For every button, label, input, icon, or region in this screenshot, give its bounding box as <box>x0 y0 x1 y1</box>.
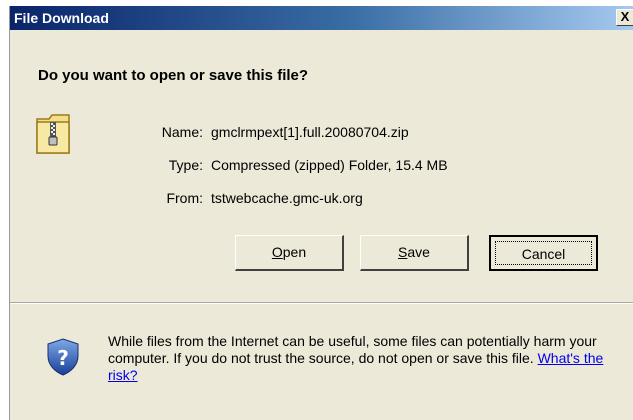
file-source-label: From: <box>166 190 203 206</box>
warning-text: While files from the Internet can be use… <box>108 333 597 366</box>
file-name-label: Name: <box>161 124 203 140</box>
security-warning: While files from the Internet can be use… <box>108 333 618 384</box>
shield-question-icon: ? <box>47 338 79 381</box>
file-type-label: Type: <box>168 157 203 173</box>
zip-folder-icon <box>35 111 73 160</box>
file-type-value: Compressed (zipped) Folder, 15.4 MB <box>211 157 448 173</box>
file-name-value: gmclrmpext[1].full.20080704.zip <box>211 124 409 140</box>
close-icon: X <box>620 9 630 24</box>
open-button[interactable]: Open <box>235 235 344 271</box>
title-bar[interactable]: File Download X <box>10 6 633 30</box>
window-title: File Download <box>14 10 109 26</box>
cancel-button[interactable]: Cancel <box>489 235 598 271</box>
dialog-heading: Do you want to open or save this file? <box>38 67 309 84</box>
separator-highlight <box>10 303 633 304</box>
save-label: ave <box>407 244 430 260</box>
save-mnemonic: S <box>398 244 408 260</box>
focus-ring: Cancel <box>495 241 592 265</box>
cancel-label: Cancel <box>521 246 566 262</box>
svg-text:?: ? <box>57 346 69 370</box>
close-button[interactable]: X <box>616 9 633 26</box>
file-download-dialog: File Download X Do you want to open or s… <box>9 6 633 420</box>
open-label: pen <box>282 244 307 260</box>
save-button[interactable]: Save <box>360 235 469 271</box>
open-mnemonic: O <box>271 244 283 260</box>
file-source-value: tstwebcache.gmc-uk.org <box>211 190 363 206</box>
